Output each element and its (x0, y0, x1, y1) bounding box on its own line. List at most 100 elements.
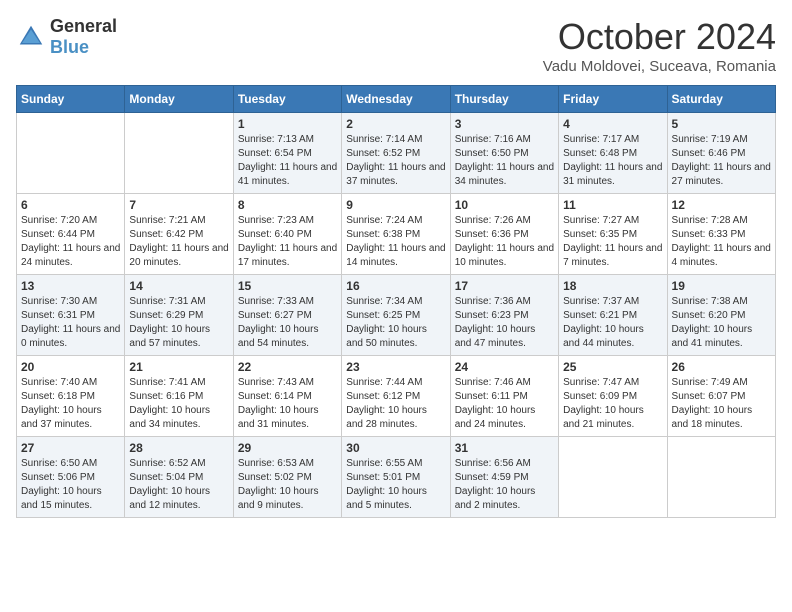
day-number: 22 (238, 360, 337, 374)
location-subtitle: Vadu Moldovei, Suceava, Romania (543, 58, 776, 75)
day-of-week-header: Monday (125, 86, 233, 113)
calendar-cell (559, 437, 667, 518)
day-number: 27 (21, 441, 120, 455)
day-info: Sunrise: 7:21 AMSunset: 6:42 PMDaylight:… (129, 214, 228, 270)
calendar-week-row: 20Sunrise: 7:40 AMSunset: 6:18 PMDayligh… (17, 356, 776, 437)
day-number: 16 (346, 279, 445, 293)
day-number: 3 (455, 117, 554, 131)
day-info: Sunrise: 7:44 AMSunset: 6:12 PMDaylight:… (346, 376, 445, 432)
day-number: 19 (672, 279, 771, 293)
calendar-cell: 13 Sunrise: 7:30 AMSunset: 6:31 PMDayligh… (17, 275, 125, 356)
day-info: Sunrise: 7:31 AMSunset: 6:29 PMDaylight:… (129, 295, 228, 351)
logo-text: General Blue (50, 16, 117, 58)
calendar-week-row: 27 Sunrise: 6:50 AMSunset: 5:06 PMDayligh… (17, 437, 776, 518)
day-number: 4 (563, 117, 662, 131)
calendar-cell: 29Sunrise: 6:53 AMSunset: 5:02 PMDayligh… (233, 437, 341, 518)
calendar-cell: 8 Sunrise: 7:23 AMSunset: 6:40 PMDaylight… (233, 194, 341, 275)
calendar-cell: 9 Sunrise: 7:24 AMSunset: 6:38 PMDaylight… (342, 194, 450, 275)
calendar-cell: 15 Sunrise: 7:33 AMSunset: 6:27 PMDayligh… (233, 275, 341, 356)
calendar-cell: 2Sunrise: 7:14 AMSunset: 6:52 PMDaylight… (342, 113, 450, 194)
day-of-week-header: Thursday (450, 86, 558, 113)
day-info: Sunrise: 7:27 AMSunset: 6:35 PMDaylight:… (563, 214, 662, 270)
calendar-cell (125, 113, 233, 194)
day-number: 8 (238, 198, 337, 212)
calendar-cell: 5 Sunrise: 7:19 AMSunset: 6:46 PMDaylight… (667, 113, 775, 194)
calendar-cell: 22Sunrise: 7:43 AMSunset: 6:14 PMDayligh… (233, 356, 341, 437)
day-of-week-header: Tuesday (233, 86, 341, 113)
calendar-cell: 6 Sunrise: 7:20 AMSunset: 6:44 PMDaylight… (17, 194, 125, 275)
day-info: Sunrise: 7:34 AMSunset: 6:25 PMDaylight:… (346, 295, 445, 351)
day-number: 14 (129, 279, 228, 293)
calendar-table: SundayMondayTuesdayWednesdayThursdayFrid… (16, 85, 776, 518)
day-info: Sunrise: 7:28 AMSunset: 6:33 PMDaylight:… (672, 214, 771, 270)
day-info: Sunrise: 6:50 AMSunset: 5:06 PMDaylight:… (21, 457, 120, 513)
day-number: 20 (21, 360, 120, 374)
day-info: Sunrise: 7:17 AMSunset: 6:48 PMDaylight:… (563, 133, 662, 189)
day-info: Sunrise: 7:30 AMSunset: 6:31 PMDaylight:… (21, 295, 120, 351)
day-number: 26 (672, 360, 771, 374)
calendar-week-row: 1Sunrise: 7:13 AMSunset: 6:54 PMDaylight… (17, 113, 776, 194)
calendar-week-row: 6 Sunrise: 7:20 AMSunset: 6:44 PMDaylight… (17, 194, 776, 275)
month-title: October 2024 (543, 16, 776, 58)
calendar-cell: 10 Sunrise: 7:26 AMSunset: 6:36 PMDayligh… (450, 194, 558, 275)
calendar-cell: 3Sunrise: 7:16 AMSunset: 6:50 PMDaylight… (450, 113, 558, 194)
day-of-week-header: Friday (559, 86, 667, 113)
day-info: Sunrise: 7:36 AMSunset: 6:23 PMDaylight:… (455, 295, 554, 351)
day-number: 10 (455, 198, 554, 212)
calendar-cell: 24 Sunrise: 7:46 AMSunset: 6:11 PMDayligh… (450, 356, 558, 437)
day-number: 5 (672, 117, 771, 131)
day-info: Sunrise: 7:46 AMSunset: 6:11 PMDaylight:… (455, 376, 554, 432)
page-header: General Blue October 2024 Vadu Moldovei,… (16, 16, 776, 75)
day-number: 24 (455, 360, 554, 374)
day-info: Sunrise: 7:26 AMSunset: 6:36 PMDaylight:… (455, 214, 554, 270)
calendar-cell: 11 Sunrise: 7:27 AMSunset: 6:35 PMDayligh… (559, 194, 667, 275)
day-info: Sunrise: 7:49 AMSunset: 6:07 PMDaylight:… (672, 376, 771, 432)
day-number: 17 (455, 279, 554, 293)
calendar-cell (17, 113, 125, 194)
day-info: Sunrise: 7:24 AMSunset: 6:38 PMDaylight:… (346, 214, 445, 270)
calendar-cell: 23 Sunrise: 7:44 AMSunset: 6:12 PMDayligh… (342, 356, 450, 437)
calendar-cell: 7 Sunrise: 7:21 AMSunset: 6:42 PMDaylight… (125, 194, 233, 275)
calendar-cell: 31 Sunrise: 6:56 AMSunset: 4:59 PMDayligh… (450, 437, 558, 518)
day-number: 7 (129, 198, 228, 212)
day-number: 23 (346, 360, 445, 374)
calendar-cell: 27 Sunrise: 6:50 AMSunset: 5:06 PMDayligh… (17, 437, 125, 518)
calendar-cell: 16 Sunrise: 7:34 AMSunset: 6:25 PMDayligh… (342, 275, 450, 356)
calendar-week-row: 13 Sunrise: 7:30 AMSunset: 6:31 PMDayligh… (17, 275, 776, 356)
day-of-week-header: Sunday (17, 86, 125, 113)
day-number: 25 (563, 360, 662, 374)
day-info: Sunrise: 6:56 AMSunset: 4:59 PMDaylight:… (455, 457, 554, 513)
logo-general: General (50, 16, 117, 36)
day-number: 11 (563, 198, 662, 212)
day-info: Sunrise: 7:33 AMSunset: 6:27 PMDaylight:… (238, 295, 337, 351)
day-number: 21 (129, 360, 228, 374)
day-info: Sunrise: 7:20 AMSunset: 6:44 PMDaylight:… (21, 214, 120, 270)
day-info: Sunrise: 7:41 AMSunset: 6:16 PMDaylight:… (129, 376, 228, 432)
day-info: Sunrise: 6:53 AMSunset: 5:02 PMDaylight:… (238, 457, 337, 513)
day-number: 6 (21, 198, 120, 212)
day-info: Sunrise: 7:23 AMSunset: 6:40 PMDaylight:… (238, 214, 337, 270)
calendar-cell: 12 Sunrise: 7:28 AMSunset: 6:33 PMDayligh… (667, 194, 775, 275)
logo: General Blue (16, 16, 117, 58)
title-block: October 2024 Vadu Moldovei, Suceava, Rom… (543, 16, 776, 75)
day-info: Sunrise: 7:19 AMSunset: 6:46 PMDaylight:… (672, 133, 771, 189)
day-number: 9 (346, 198, 445, 212)
day-number: 30 (346, 441, 445, 455)
day-of-week-header: Saturday (667, 86, 775, 113)
day-number: 1 (238, 117, 337, 131)
calendar-cell: 1Sunrise: 7:13 AMSunset: 6:54 PMDaylight… (233, 113, 341, 194)
day-info: Sunrise: 6:55 AMSunset: 5:01 PMDaylight:… (346, 457, 445, 513)
calendar-cell: 14 Sunrise: 7:31 AMSunset: 6:29 PMDayligh… (125, 275, 233, 356)
day-of-week-header: Wednesday (342, 86, 450, 113)
logo-icon (16, 22, 46, 52)
calendar-cell: 20Sunrise: 7:40 AMSunset: 6:18 PMDayligh… (17, 356, 125, 437)
day-info: Sunrise: 7:38 AMSunset: 6:20 PMDaylight:… (672, 295, 771, 351)
day-number: 13 (21, 279, 120, 293)
day-number: 18 (563, 279, 662, 293)
calendar-cell: 18Sunrise: 7:37 AMSunset: 6:21 PMDayligh… (559, 275, 667, 356)
day-number: 31 (455, 441, 554, 455)
calendar-cell: 30 Sunrise: 6:55 AMSunset: 5:01 PMDayligh… (342, 437, 450, 518)
day-number: 12 (672, 198, 771, 212)
day-number: 15 (238, 279, 337, 293)
calendar-cell: 26 Sunrise: 7:49 AMSunset: 6:07 PMDayligh… (667, 356, 775, 437)
